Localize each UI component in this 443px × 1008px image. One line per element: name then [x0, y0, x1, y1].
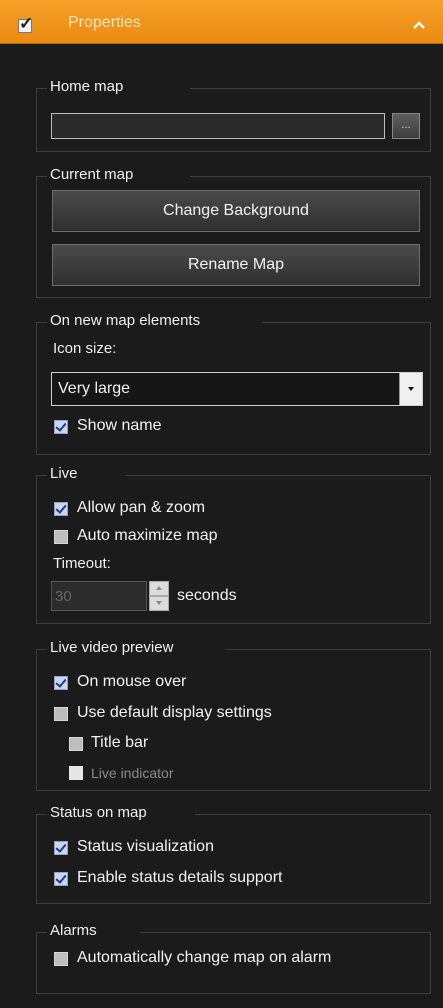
status-details-label[interactable]: Enable status details support	[77, 869, 282, 887]
spin-up-icon	[149, 581, 169, 596]
on-mouse-over-label[interactable]: On mouse over	[77, 673, 186, 691]
icon-size-select[interactable]: Very large	[51, 372, 423, 406]
use-default-settings-label[interactable]: Use default display settings	[77, 704, 272, 722]
icon-size-label: Icon size:	[53, 340, 117, 357]
auto-change-map-label[interactable]: Automatically change map on alarm	[77, 949, 331, 967]
group-legend: Current map	[47, 164, 137, 186]
properties-panel: ✓ Properties Home map ... Current map Ch…	[0, 0, 443, 1008]
timeout-unit: seconds	[177, 587, 237, 604]
browse-button[interactable]: ...	[392, 113, 420, 139]
title-bar-label[interactable]: Title bar	[91, 734, 148, 752]
group-alarms: Alarms Automatically change map on alarm	[36, 920, 431, 994]
chevron-up-icon[interactable]	[412, 20, 426, 30]
auto-maximize-label[interactable]: Auto maximize map	[77, 527, 218, 545]
group-current-map: Current map Change Background Rename Map	[36, 164, 431, 298]
allow-pan-zoom-checkbox[interactable]	[54, 502, 68, 516]
home-map-field[interactable]	[51, 113, 385, 139]
dropdown-arrow-icon[interactable]	[399, 373, 422, 405]
timeout-input: 30	[51, 581, 147, 611]
group-home-map: Home map ...	[36, 76, 431, 152]
group-status-on-map: Status on map Status visualization Enabl…	[36, 802, 431, 904]
group-live: Live Allow pan & zoom Auto maximize map …	[36, 463, 431, 624]
on-mouse-over-checkbox[interactable]	[54, 676, 68, 690]
allow-pan-zoom-label[interactable]: Allow pan & zoom	[77, 499, 205, 517]
group-legend: Alarms	[47, 920, 100, 942]
timeout-value: 30	[55, 588, 72, 605]
group-legend: Status on map	[47, 802, 150, 824]
auto-maximize-checkbox[interactable]	[54, 530, 68, 544]
icon-size-value: Very large	[58, 380, 131, 397]
show-name-checkbox[interactable]	[54, 420, 68, 434]
title-bar-checkbox[interactable]	[69, 737, 83, 751]
panel-title: Properties	[68, 14, 141, 31]
properties-enable-checkbox[interactable]: ✓	[18, 14, 33, 33]
group-legend: On new map elements	[47, 310, 204, 332]
timeout-spinner	[149, 581, 169, 611]
group-legend: Live video preview	[47, 637, 177, 659]
group-legend: Live	[47, 463, 81, 485]
use-default-settings-checkbox[interactable]	[54, 707, 68, 721]
group-legend: Home map	[47, 76, 127, 98]
status-visualization-label[interactable]: Status visualization	[77, 838, 214, 856]
rename-map-button[interactable]: Rename Map	[52, 244, 420, 286]
live-indicator-checkbox	[69, 766, 83, 780]
timeout-label: Timeout:	[53, 555, 111, 572]
show-name-label[interactable]: Show name	[77, 417, 162, 435]
group-new-map-elements: On new map elements Icon size: Very larg…	[36, 310, 431, 455]
status-details-checkbox[interactable]	[54, 872, 68, 886]
auto-change-map-checkbox[interactable]	[54, 952, 68, 966]
spin-down-icon	[149, 596, 169, 611]
group-live-video-preview: Live video preview On mouse over Use def…	[36, 637, 431, 791]
live-indicator-label: Live indicator	[91, 765, 174, 781]
status-visualization-checkbox[interactable]	[54, 841, 68, 855]
properties-header[interactable]: ✓ Properties	[0, 0, 443, 44]
change-background-button[interactable]: Change Background	[52, 190, 420, 232]
checkmark-icon: ✓	[19, 14, 34, 33]
